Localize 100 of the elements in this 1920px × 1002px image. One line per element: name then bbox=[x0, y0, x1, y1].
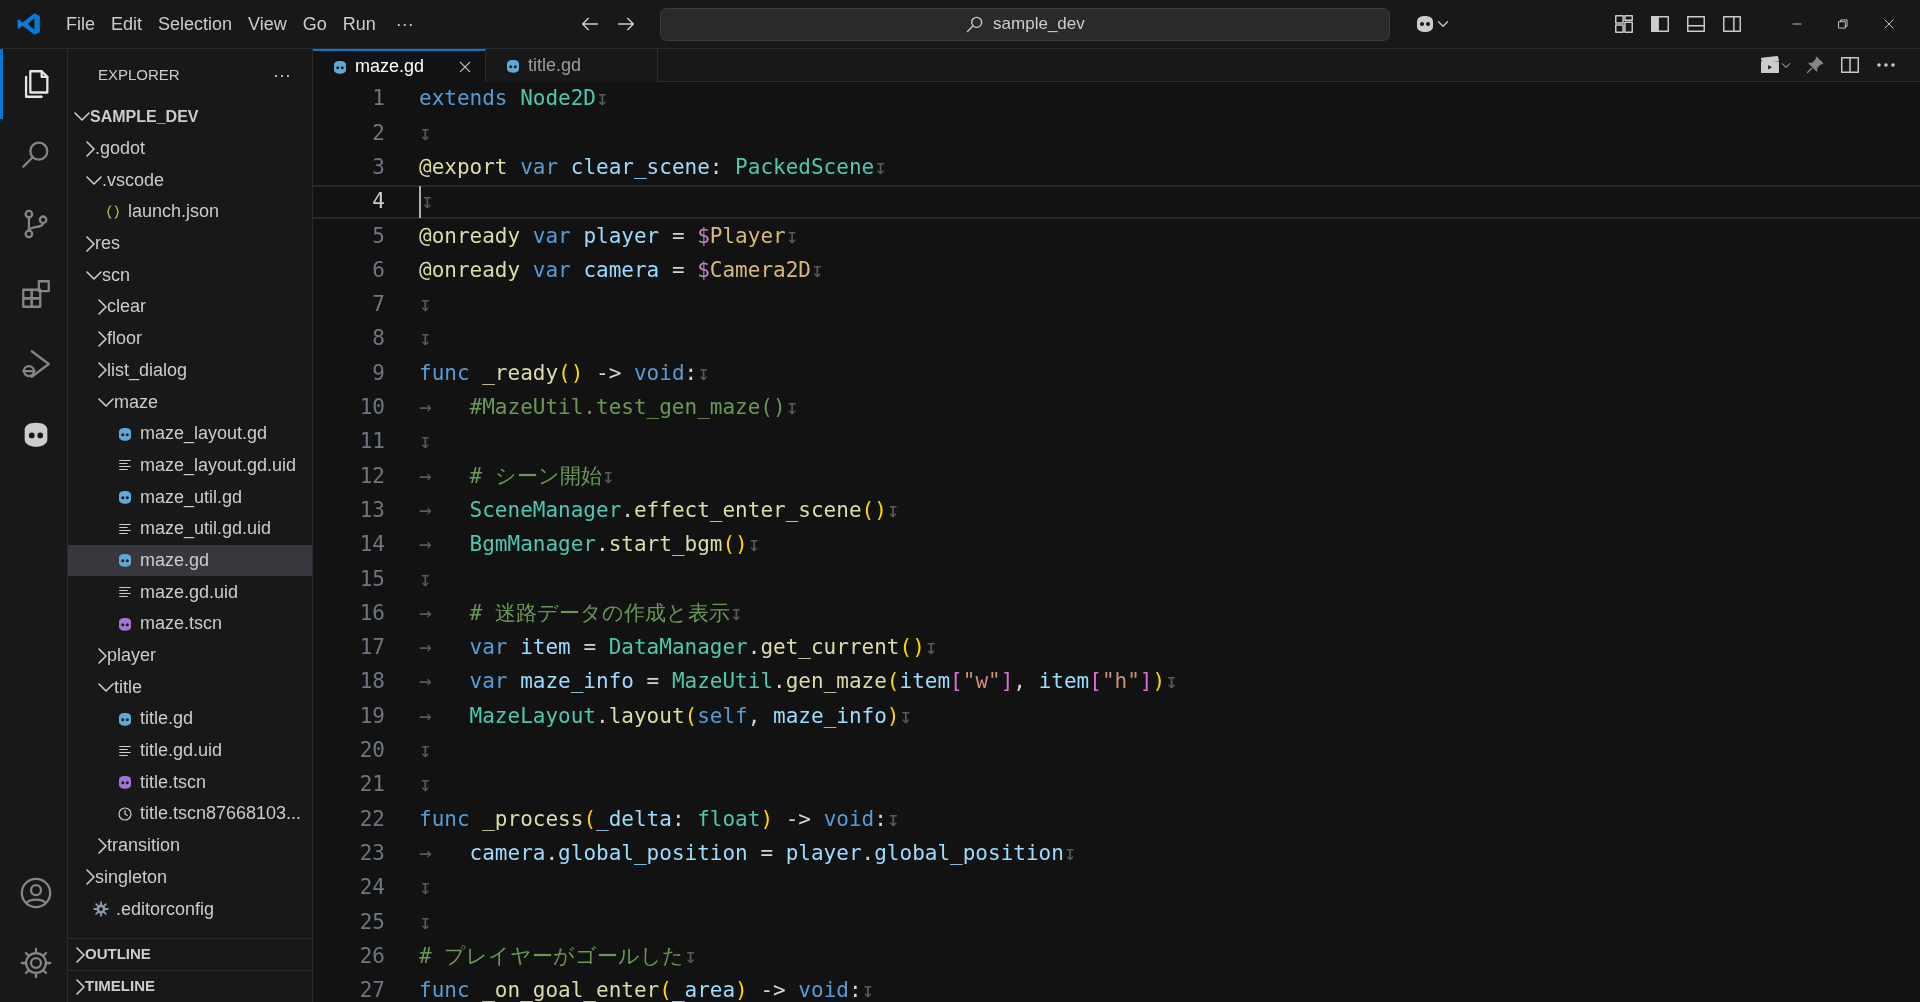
code-line: ↧ bbox=[419, 565, 432, 593]
section-header[interactable]: TIMELINE bbox=[68, 970, 312, 1002]
line-number: 20 bbox=[358, 737, 385, 765]
code-line: → BgmManager.start_bgm()↧ bbox=[419, 531, 761, 559]
line-number: 11 bbox=[358, 428, 385, 456]
clock-icon bbox=[116, 804, 134, 823]
folder-row[interactable]: floor bbox=[68, 322, 312, 355]
folder-row[interactable]: player bbox=[68, 639, 312, 672]
line-number: 12 bbox=[358, 462, 385, 490]
code-line: # プレイヤーがゴールした↧ bbox=[419, 942, 697, 970]
more-icon bbox=[1875, 63, 1897, 67]
chevron-right-icon bbox=[98, 330, 107, 347]
file-row[interactable]: maze_layout.gd.uid bbox=[68, 449, 312, 482]
line-number: 3 bbox=[371, 154, 385, 181]
search-field[interactable]: sample_dev bbox=[659, 7, 1390, 41]
line-number: 7 bbox=[371, 291, 385, 319]
folder-row[interactable]: res bbox=[68, 227, 312, 260]
more-actions-button[interactable]: ··· bbox=[266, 62, 298, 88]
chevron-down-icon bbox=[74, 112, 90, 122]
file-row[interactable]: maze_util.gd bbox=[68, 481, 312, 513]
more-menu-button[interactable]: ··· bbox=[387, 6, 422, 42]
folder-row[interactable]: .vscode bbox=[68, 164, 312, 197]
chevron-right-icon bbox=[98, 647, 107, 664]
line-number: 21 bbox=[358, 771, 385, 799]
code-line: @onready var player = $Player↧ bbox=[419, 222, 799, 250]
sidebar-layout-icon bbox=[1649, 13, 1671, 35]
line-number: 17 bbox=[358, 634, 385, 662]
editor-tab[interactable]: maze.gd bbox=[313, 49, 486, 82]
code-line: ↧ bbox=[419, 325, 432, 353]
chevron-right-icon bbox=[76, 978, 85, 995]
section-header[interactable]: OUTLINE bbox=[68, 938, 312, 970]
folder-row[interactable]: scn bbox=[68, 259, 312, 292]
line-number: 8 bbox=[371, 325, 385, 353]
editor-tab[interactable]: title.gd bbox=[486, 49, 658, 82]
line-number: 2 bbox=[371, 119, 385, 147]
file-row[interactable]: title.tscn bbox=[68, 766, 312, 799]
code-line: @onready var camera = $Camera2D↧ bbox=[419, 256, 824, 284]
chevron-right-icon bbox=[86, 869, 95, 886]
line-number: 6 bbox=[371, 256, 385, 284]
folder-row[interactable]: title bbox=[68, 671, 312, 704]
code-line: ↧ bbox=[419, 291, 432, 319]
folder-row[interactable]: .godot bbox=[68, 132, 312, 165]
code-line: → # 迷路データの作成と表示↧ bbox=[419, 599, 743, 627]
gear-icon bbox=[92, 900, 110, 919]
file-row[interactable]: title.gd.uid bbox=[68, 734, 312, 767]
folder-row[interactable]: clear bbox=[68, 291, 312, 323]
line-number: 5 bbox=[371, 222, 385, 250]
code-line: ↧ bbox=[419, 874, 432, 902]
person-icon bbox=[18, 876, 53, 910]
line-number: 27 bbox=[358, 977, 385, 1002]
code-line: func _process(_delta: float) -> void:↧ bbox=[419, 805, 900, 833]
folder-row[interactable]: SAMPLE_DEV bbox=[68, 101, 312, 133]
code-line: func _ready() -> void:↧ bbox=[419, 359, 710, 387]
folder-row[interactable]: transition bbox=[68, 829, 312, 862]
code-line: ↧ bbox=[419, 908, 432, 936]
gdscript-file-icon bbox=[116, 551, 134, 570]
chevron-down-icon bbox=[86, 270, 102, 280]
code-line: → var item = DataManager.get_current()↧ bbox=[419, 634, 938, 662]
menu-item[interactable]: Selection bbox=[150, 6, 241, 42]
file-row[interactable]: maze.gd bbox=[68, 544, 312, 577]
chevron-down-icon bbox=[98, 397, 114, 407]
code-line: ↧ bbox=[419, 186, 434, 218]
chevron-right-icon bbox=[98, 837, 107, 854]
menu-item[interactable]: Go bbox=[294, 6, 335, 42]
app-logo-icon bbox=[16, 11, 42, 37]
code-line: extends Node2D↧ bbox=[419, 85, 609, 113]
line-number: 15 bbox=[358, 565, 385, 593]
line-number: 24 bbox=[358, 874, 385, 902]
file-row[interactable]: maze.gd.uid bbox=[68, 576, 312, 608]
file-row[interactable]: .editorconfig bbox=[68, 893, 312, 925]
file-row[interactable]: maze_util.gd.uid bbox=[68, 512, 312, 545]
close-icon bbox=[1882, 17, 1896, 31]
chevron-right-icon bbox=[98, 362, 107, 379]
folder-row[interactable]: singleton bbox=[68, 861, 312, 894]
file-row[interactable]: maze.tscn bbox=[68, 608, 312, 640]
code-line: → #MazeUtil.test_gen_maze()↧ bbox=[419, 394, 799, 422]
pin-icon bbox=[1805, 55, 1825, 75]
folder-row[interactable]: list_dialog bbox=[68, 354, 312, 387]
line-number: 1 bbox=[371, 85, 385, 113]
menu-item[interactable]: Run bbox=[334, 6, 384, 42]
code-line: → # シーン開始↧ bbox=[419, 462, 615, 490]
menu-item[interactable]: File bbox=[58, 6, 103, 42]
chevron-down-icon bbox=[86, 175, 102, 185]
code-line: → SceneManager.effect_enter_scene()↧ bbox=[419, 496, 900, 524]
folder-row[interactable]: maze bbox=[68, 386, 312, 418]
line-number: 10 bbox=[358, 394, 385, 422]
menu-item[interactable]: Edit bbox=[103, 6, 151, 42]
menu-item[interactable]: View bbox=[240, 6, 295, 42]
line-number: 25 bbox=[358, 908, 385, 936]
caret-icon bbox=[1436, 21, 1449, 27]
code-line: func _on_goal_enter(_area) -> void:↧ bbox=[419, 977, 875, 1002]
file-row[interactable]: title.gd bbox=[68, 703, 312, 735]
code-line: ↧ bbox=[419, 119, 432, 147]
gear-icon bbox=[18, 946, 53, 980]
file-row[interactable]: launch.json bbox=[68, 196, 312, 228]
panel-title: EXPLORER bbox=[98, 64, 180, 85]
file-row[interactable]: title.tscn87668103... bbox=[68, 798, 312, 830]
line-number: 19 bbox=[358, 702, 385, 730]
file-row[interactable]: maze_layout.gd bbox=[68, 417, 312, 450]
chevron-right-icon bbox=[86, 235, 95, 252]
